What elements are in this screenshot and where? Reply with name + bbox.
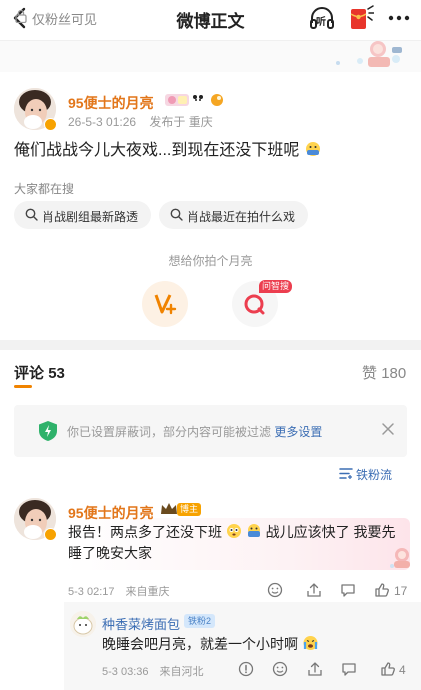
- tab-comments[interactable]: 评论 53: [14, 362, 65, 383]
- reply-from: 来自河北: [159, 666, 204, 678]
- more-icon[interactable]: [387, 8, 411, 28]
- tab-comments-count: 53: [48, 365, 65, 382]
- comment-like-count: 17: [394, 584, 408, 598]
- lock-icon: [15, 9, 27, 23]
- report-icon[interactable]: [238, 661, 254, 677]
- member-badges-icon: [165, 94, 223, 106]
- search-chip-1[interactable]: 肖战剧组最新路透: [14, 201, 151, 229]
- everyone-search-title: 大家都在搜: [14, 182, 75, 196]
- reply-meta: 5-3 03:36 来自河北: [102, 663, 212, 679]
- comment-icon[interactable]: [340, 582, 356, 598]
- comment-text-part1: 报告！两点多了还没下班: [68, 524, 222, 540]
- section-divider: [0, 340, 421, 350]
- filter-notice-message: 你已设置屏蔽词，部分内容可能被过滤: [67, 425, 272, 439]
- like-icon[interactable]: [374, 582, 390, 598]
- filter-list-icon: [339, 468, 353, 479]
- prompt-text: 想给你拍个月亮: [168, 254, 253, 268]
- crown-icon: [161, 503, 177, 514]
- comment-time: 5-3 02:17: [68, 586, 115, 598]
- verified-badge-icon: [44, 528, 57, 541]
- red-packet-icon[interactable]: [348, 5, 374, 31]
- reply-avatar-image: [70, 611, 96, 637]
- post-meta: 26-5-3 01:26 发布于 重庆: [68, 113, 223, 130]
- sticker-decoration: [390, 548, 410, 568]
- sticker-decoration: [336, 41, 402, 67]
- verified-badge-icon: [44, 118, 57, 131]
- filter-notice: 你已设置屏蔽词，部分内容可能被过滤 更多设置: [14, 405, 407, 457]
- search-chip-2[interactable]: 肖战最近在拍什么戏: [159, 201, 308, 229]
- reply-time: 5-3 03:36: [102, 666, 149, 678]
- fan-stream-sort[interactable]: 铁粉流: [356, 466, 392, 483]
- reply-text: 晚睡会吧月亮，就差一个小时啊: [102, 634, 319, 654]
- author-name[interactable]: 95便士的月亮: [68, 93, 154, 113]
- comment-from: 来自重庆: [125, 586, 170, 598]
- tab-active-indicator: [14, 385, 32, 388]
- fan-level-badge: 铁粉2: [184, 614, 216, 628]
- post-text: 俺们战战今儿大夜戏...到现在还没下班呢: [14, 141, 409, 161]
- like-icon[interactable]: [380, 661, 396, 677]
- post-text-body: 俺们战战今儿大夜戏...到现在还没下班呢: [14, 142, 300, 159]
- vplus-button[interactable]: [142, 281, 188, 327]
- post-time: 26-5-3 01:26: [68, 115, 137, 129]
- comment-meta: 5-3 02:17 来自重庆: [68, 583, 178, 599]
- reply-like-count: 4: [399, 663, 406, 677]
- tab-likes[interactable]: 赞 180: [362, 362, 406, 383]
- emoji-reaction-icon[interactable]: [272, 661, 288, 677]
- more-settings-link[interactable]: 更多设置: [274, 425, 322, 439]
- visibility-text: 仅粉丝可见: [32, 12, 98, 27]
- comment-icon[interactable]: [341, 661, 357, 677]
- reply-text-body: 晚睡会吧月亮，就差一个小时啊: [102, 636, 298, 652]
- comment-author-name[interactable]: 95便士的月亮: [68, 503, 154, 523]
- tab-comments-label: 评论: [14, 365, 45, 382]
- ask-search-badge: 问智搜: [259, 280, 293, 293]
- tab-likes-count: 180: [381, 365, 407, 382]
- emoji-reaction-icon[interactable]: [267, 582, 283, 598]
- reply-avatar[interactable]: [70, 611, 96, 637]
- emoji-crying-icon: [226, 524, 241, 538]
- search-icon: [25, 208, 38, 221]
- share-icon[interactable]: [307, 661, 323, 677]
- blogger-badge: 博主: [177, 503, 202, 516]
- emoji-sweat-icon: [247, 524, 260, 537]
- listen-label: 听: [316, 17, 326, 28]
- post-location: 发布于 重庆: [149, 115, 213, 129]
- comment-text: 报告！两点多了还没下班 战儿应该快了 我要先睡了晚安大家: [68, 522, 402, 564]
- reply-author-name[interactable]: 种香菜烤面包: [102, 614, 180, 633]
- tab-likes-label: 赞: [362, 365, 378, 382]
- search-chip-label: 肖战最近在拍什么戏: [187, 210, 296, 224]
- emoji-tears-icon: [303, 636, 318, 650]
- share-icon[interactable]: [306, 582, 322, 598]
- close-icon[interactable]: [381, 422, 395, 436]
- shield-icon: [39, 421, 57, 441]
- listen-button[interactable]: 听: [308, 5, 336, 31]
- filter-notice-text: 你已设置屏蔽词，部分内容可能被过滤 更多设置: [67, 423, 322, 440]
- search-chip-label: 肖战剧组最新路透: [42, 210, 139, 224]
- search-icon: [170, 208, 183, 221]
- emoji-sweat-icon: [305, 142, 320, 156]
- vplus-icon: [154, 294, 177, 315]
